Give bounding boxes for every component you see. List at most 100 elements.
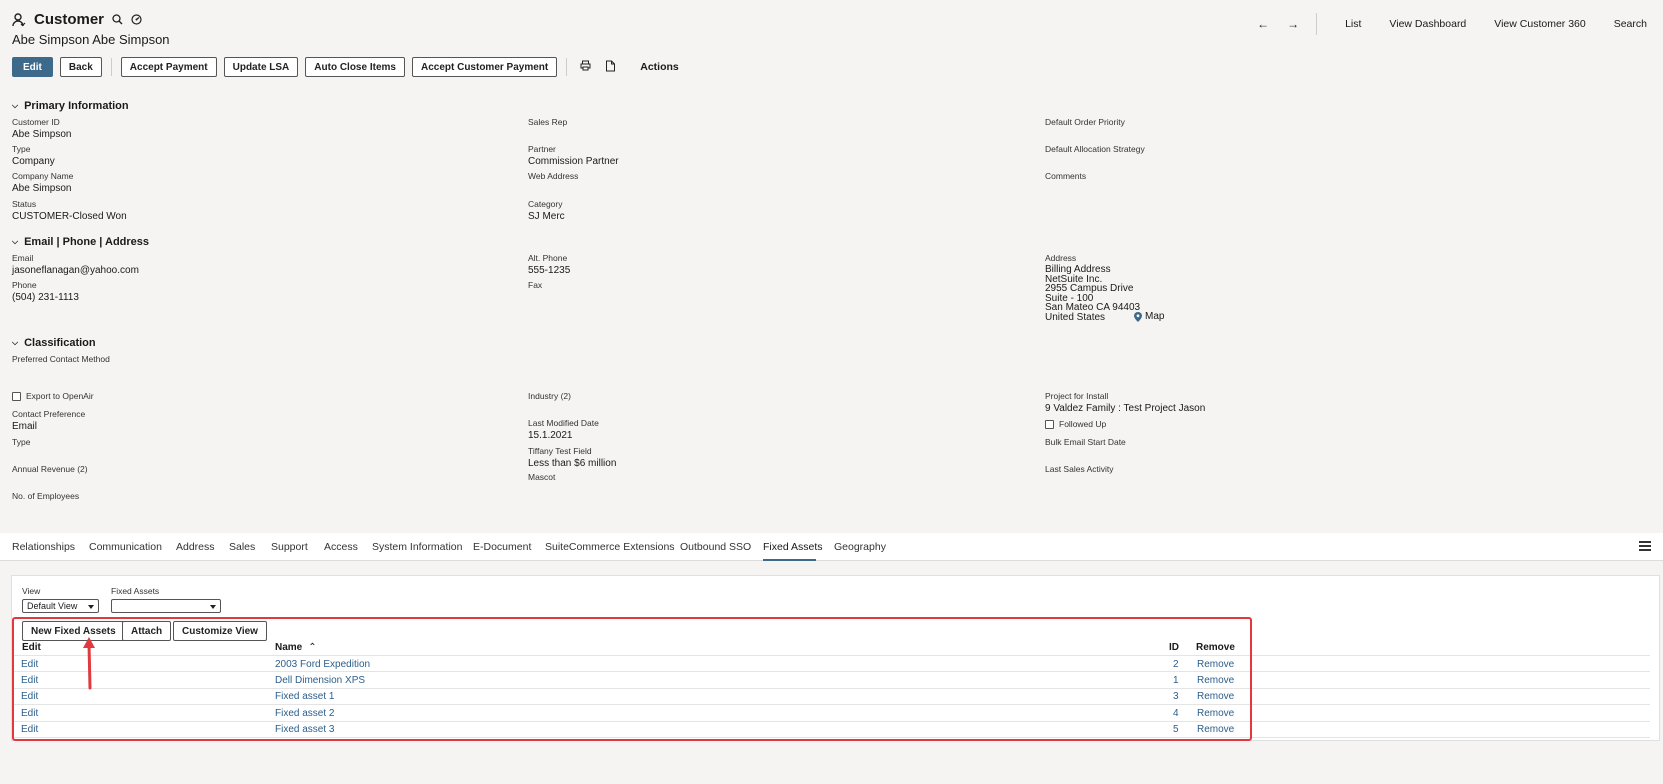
tab-relationships[interactable]: Relationships	[12, 541, 75, 553]
row-id[interactable]: 4	[1173, 708, 1179, 719]
tab-communication[interactable]: Communication	[89, 541, 162, 553]
row-edit-link[interactable]: Edit	[21, 724, 38, 735]
tab-e-document[interactable]: E-Document	[473, 541, 531, 553]
company-name-label: Company Name	[12, 171, 74, 181]
row-id[interactable]: 1	[1173, 675, 1179, 686]
mascot-label: Mascot	[528, 472, 556, 482]
classification-header[interactable]: ⌵ Classification	[12, 337, 96, 349]
tab-fixed-assets[interactable]: Fixed Assets	[763, 541, 823, 553]
chevron-down-icon: ⌵	[12, 338, 19, 347]
row-name-link[interactable]: Fixed asset 2	[275, 708, 334, 719]
fixed-assets-filter-select[interactable]	[111, 599, 221, 613]
row-remove-link[interactable]: Remove	[1197, 659, 1234, 670]
row-id[interactable]: 3	[1173, 691, 1179, 702]
column-header-name-label: Name	[275, 642, 303, 653]
toolbar-separator	[566, 58, 568, 76]
section-title: Email | Phone | Address	[24, 236, 150, 248]
row-id[interactable]: 2	[1173, 659, 1179, 670]
followed-up-checkbox[interactable]	[1045, 419, 1054, 429]
tab-system-information[interactable]: System Information	[372, 541, 462, 553]
attach-button[interactable]: Attach	[122, 621, 172, 641]
tab-outbound-sso[interactable]: Outbound SSO	[680, 541, 751, 553]
row-remove-link[interactable]: Remove	[1197, 675, 1234, 686]
primary-information-header[interactable]: ⌵ Primary Information	[12, 100, 129, 112]
tab-support[interactable]: Support	[271, 541, 308, 553]
nav-link-view-dashboard[interactable]: View Dashboard	[1389, 18, 1466, 30]
accept-customer-payment-button[interactable]: Accept Customer Payment	[411, 57, 558, 77]
project-install-link[interactable]: 9 Valdez Family : Test Project Jason	[1045, 403, 1205, 414]
row-name-link[interactable]: Fixed asset 1	[275, 691, 334, 702]
annual-revenue-label: Annual Revenue (2)	[12, 464, 88, 474]
row-id[interactable]: 5	[1173, 724, 1179, 735]
tab-suitecommerce-extensions[interactable]: SuiteCommerce Extensions	[545, 541, 675, 553]
email-link[interactable]: jasoneflanagan@yahoo.com	[12, 265, 139, 276]
row-edit-link[interactable]: Edit	[21, 659, 38, 670]
export-openair-checkbox[interactable]	[12, 391, 21, 401]
row-remove-link[interactable]: Remove	[1197, 691, 1234, 702]
accept-payment-button[interactable]: Accept Payment	[120, 57, 217, 77]
row-remove-link[interactable]: Remove	[1197, 708, 1234, 719]
map-link[interactable]: Map	[1134, 311, 1164, 322]
dashboard-icon[interactable]	[131, 14, 142, 25]
tab-geography[interactable]: Geography	[834, 541, 886, 553]
row-edit-link[interactable]: Edit	[21, 675, 38, 686]
customize-view-button[interactable]: Customize View	[173, 621, 267, 641]
layout-menu-icon[interactable]	[1639, 541, 1651, 551]
category-label: Category	[528, 199, 563, 209]
tiffany-test-field-value: Less than $6 million	[528, 458, 617, 469]
row-edit-link[interactable]: Edit	[21, 708, 38, 719]
view-label: View	[22, 586, 41, 596]
column-header-edit: Edit	[22, 642, 41, 653]
row-name-link[interactable]: Dell Dimension XPS	[275, 675, 365, 686]
chevron-down-icon	[88, 605, 94, 609]
no-employees-label: No. of Employees	[12, 491, 80, 501]
actions-menu[interactable]: Actions	[640, 61, 679, 73]
bulk-email-start-date-label: Bulk Email Start Date	[1045, 437, 1126, 447]
status-value: CUSTOMER-Closed Won	[12, 211, 127, 222]
auto-close-items-button[interactable]: Auto Close Items	[305, 57, 405, 77]
record-toolbar: Edit Back Accept Payment Update LSA Auto…	[12, 57, 679, 77]
column-header-name[interactable]: Name ⌃	[275, 642, 317, 653]
comments-label: Comments	[1045, 171, 1087, 181]
chevron-down-icon: ⌵	[12, 237, 19, 246]
active-tab-indicator	[763, 559, 816, 561]
row-name-link[interactable]: Fixed asset 3	[275, 724, 334, 735]
print-icon[interactable]	[576, 60, 594, 74]
row-remove-link[interactable]: Remove	[1197, 724, 1234, 735]
update-lsa-button[interactable]: Update LSA	[223, 57, 299, 77]
column-header-id: ID	[1169, 642, 1179, 653]
tab-address[interactable]: Address	[176, 541, 215, 553]
back-button[interactable]: Back	[59, 57, 102, 77]
row-edit-link[interactable]: Edit	[21, 691, 38, 702]
row-name-link[interactable]: 2003 Ford Expedition	[275, 659, 370, 670]
phone-label: Phone	[12, 280, 37, 290]
new-document-icon[interactable]	[601, 60, 619, 75]
phone-value: (504) 231-1113	[12, 292, 79, 303]
tab-access[interactable]: Access	[324, 541, 358, 553]
map-link-label[interactable]: Map	[1145, 311, 1164, 322]
tiffany-test-field-label: Tiffany Test Field	[528, 446, 592, 456]
table-row: Edit Fixed asset 1 3 Remove	[11, 688, 1650, 705]
search-icon[interactable]	[112, 14, 123, 25]
customer-id-label: Customer ID	[12, 117, 60, 127]
nav-link-list[interactable]: List	[1345, 18, 1361, 30]
previous-record-arrow[interactable]: ←	[1248, 17, 1278, 31]
new-fixed-assets-button[interactable]: New Fixed Assets	[22, 621, 125, 641]
view-select[interactable]: Default View	[22, 599, 99, 613]
partner-link[interactable]: Commission Partner	[528, 156, 619, 167]
address-label: Address	[1045, 253, 1077, 263]
address-block: Billing Address NetSuite Inc. 2955 Campu…	[1045, 265, 1140, 322]
partner-label: Partner	[528, 144, 556, 154]
nav-link-search[interactable]: Search	[1614, 18, 1647, 30]
nav-link-view-customer-360[interactable]: View Customer 360	[1494, 18, 1585, 30]
next-record-arrow[interactable]: →	[1278, 17, 1308, 31]
edit-button[interactable]: Edit	[12, 57, 53, 77]
section-title: Classification	[24, 337, 96, 349]
tab-sales[interactable]: Sales	[229, 541, 255, 553]
record-name: Abe Simpson Abe Simpson	[12, 32, 170, 47]
email-phone-address-header[interactable]: ⌵ Email | Phone | Address	[12, 236, 149, 248]
contact-preference-label: Contact Preference	[12, 409, 86, 419]
type-value: Company	[12, 156, 55, 167]
industry-label: Industry (2)	[528, 391, 571, 401]
alt-phone-value: 555-1235	[528, 265, 571, 276]
